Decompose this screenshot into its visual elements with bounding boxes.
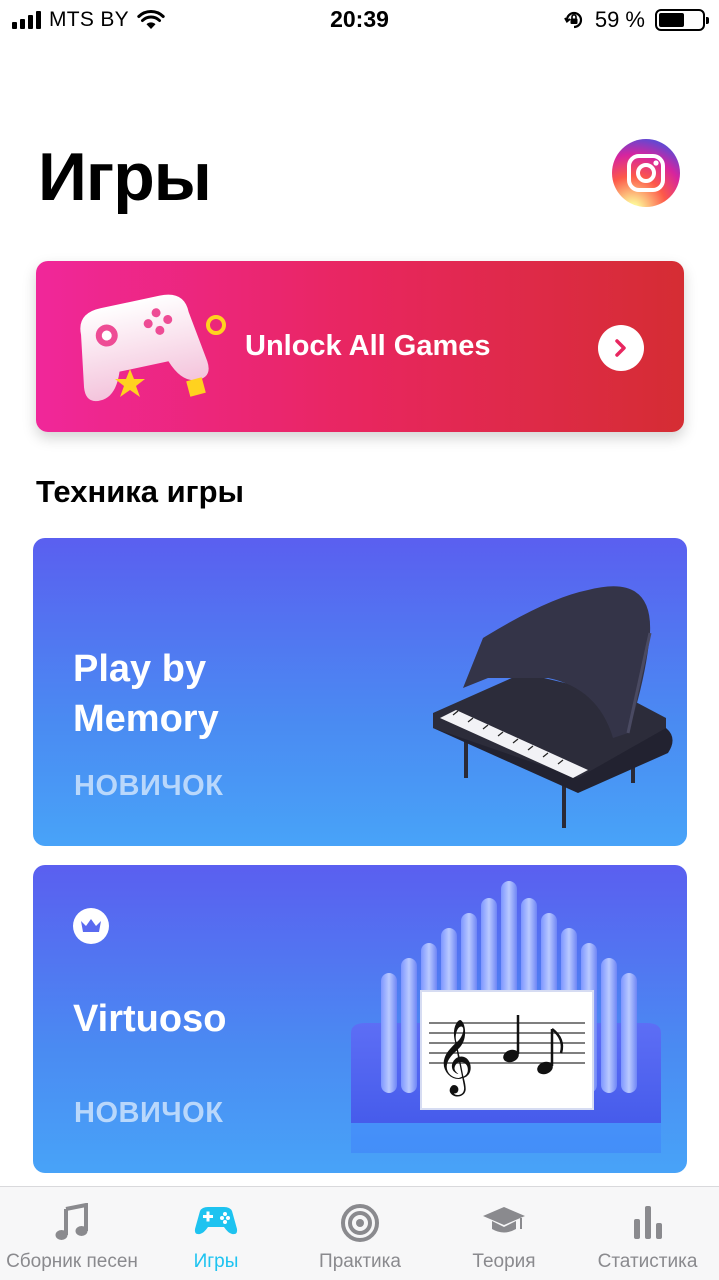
tab-songbook[interactable]: Сборник песен — [0, 1187, 144, 1280]
pipe-organ-icon: 𝄞 — [351, 881, 661, 1153]
chevron-right-icon — [615, 339, 626, 357]
status-right: 59 % — [563, 7, 709, 33]
game-title: Play by Memory — [73, 648, 219, 740]
gamepad-illustration-icon — [80, 294, 226, 402]
tab-label: Теория — [472, 1251, 536, 1272]
unlock-all-games-banner[interactable]: Unlock All Games — [36, 261, 684, 432]
tab-theory[interactable]: Теория — [432, 1187, 576, 1280]
svg-text:𝄞: 𝄞 — [436, 1020, 474, 1097]
status-bar: MTS BY 20:39 59 % — [0, 0, 719, 40]
section-title: Техника игры — [36, 474, 244, 509]
tab-games[interactable]: Игры — [144, 1187, 288, 1280]
tab-statistics[interactable]: Статистика — [576, 1187, 719, 1280]
orientation-lock-icon — [563, 11, 582, 29]
graduation-cap-icon — [483, 1207, 525, 1233]
music-note-icon — [55, 1203, 88, 1240]
game-level: НОВИЧОК — [74, 1097, 224, 1129]
tab-label: Игры — [193, 1251, 239, 1272]
battery-percent: 59 % — [594, 7, 645, 32]
tab-label: Статистика — [597, 1251, 698, 1272]
grand-piano-icon — [433, 586, 673, 828]
unlock-all-games-label: Unlock All Games — [245, 330, 491, 362]
crown-icon — [81, 919, 101, 932]
instagram-button[interactable] — [612, 139, 680, 207]
tab-practice[interactable]: Практика — [288, 1187, 432, 1280]
battery-icon — [655, 9, 709, 31]
premium-crown-badge — [73, 908, 109, 944]
games-screen: MTS BY 20:39 59 % Игры Unlock All Games … — [0, 0, 719, 1280]
tab-label: Сборник песен — [6, 1251, 138, 1272]
tab-label: Практика — [319, 1251, 401, 1272]
unlock-arrow-button[interactable] — [598, 325, 644, 371]
page-title: Игры — [38, 139, 212, 215]
target-icon — [341, 1204, 379, 1242]
instagram-icon — [627, 154, 665, 192]
battery-fill — [659, 13, 684, 27]
gamepad-icon — [194, 1207, 238, 1235]
tab-bar: Сборник песен Игры Практика Теория Стати… — [0, 1186, 719, 1280]
bar-chart-icon — [633, 1206, 662, 1239]
game-title: Virtuoso — [73, 998, 227, 1040]
game-card-play-by-memory[interactable]: Play by Memory НОВИЧОК — [33, 538, 687, 846]
game-card-virtuoso[interactable]: Virtuoso НОВИЧОК 𝄞 — [33, 865, 687, 1173]
game-level: НОВИЧОК — [74, 770, 224, 802]
